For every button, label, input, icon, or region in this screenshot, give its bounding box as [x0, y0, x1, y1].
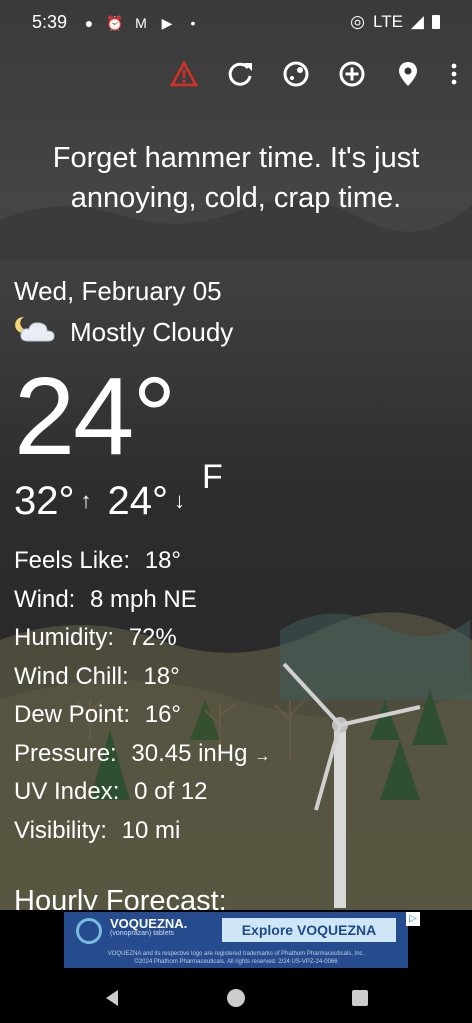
- more-vert-icon[interactable]: [448, 58, 460, 90]
- alarm-icon: ⏰: [106, 15, 124, 31]
- condition-text: Mostly Cloudy: [70, 316, 234, 347]
- refresh-icon[interactable]: [224, 58, 256, 90]
- detail-uv-index: UV Index: 0 of 12: [14, 778, 208, 805]
- detail-visibility: Visibility: 10 mi: [14, 816, 181, 844]
- status-bar: 5:39 ● ⏰ M ▶ • ◎ LTE ◢: [0, 0, 472, 46]
- headline-line-1: Forget hammer time. It's just: [52, 142, 420, 174]
- ad-subtitle: (vonoprazan) tablets: [110, 930, 174, 937]
- gmail-icon: M: [135, 15, 147, 31]
- add-location-icon[interactable]: [336, 58, 368, 90]
- high-temp: 32°: [14, 478, 75, 523]
- voquezna-logo-icon: [76, 918, 102, 944]
- signal-icon: ◢: [410, 12, 424, 31]
- ad-fine-print: VOQUEZNA and its respective logo are reg…: [107, 951, 365, 965]
- hotspot-icon: ◎: [350, 12, 365, 31]
- system-status: ◎ LTE ◢: [350, 12, 440, 32]
- headline-line-2: annoying, cold, crap time.: [70, 182, 402, 214]
- condition-row: Mostly Cloudy: [14, 312, 270, 352]
- high-arrow-icon: ↑: [80, 488, 92, 513]
- weather-headline: Forget hammer time. It's just annoying, …: [0, 138, 472, 218]
- theme-icon[interactable]: [280, 58, 312, 90]
- current-temperature: 24° F: [14, 362, 270, 497]
- ad-creative[interactable]: VOQUEZNA. (vonoprazan) tablets Explore V…: [64, 912, 408, 968]
- temperature-value: 24°: [14, 355, 176, 478]
- alert-icon[interactable]: [168, 58, 200, 90]
- current-conditions: Wed, February 05 Mostly Cloudy 24° F 32°…: [14, 270, 270, 850]
- app-toolbar: [168, 58, 460, 90]
- back-icon[interactable]: [100, 986, 124, 1010]
- detail-wind-chill: Wind Chill: 18°: [14, 662, 180, 690]
- home-icon[interactable]: [224, 986, 248, 1010]
- ad-choices-icon[interactable]: ▷: [406, 912, 420, 926]
- location-pin-icon[interactable]: [392, 58, 424, 90]
- detail-pressure: Pressure: 30.45 inHg →: [14, 739, 271, 767]
- network-label: LTE: [373, 12, 403, 31]
- detail-wind: Wind: 8 mph NE: [14, 585, 197, 613]
- dot-icon: •: [190, 15, 196, 31]
- messenger-icon: ●: [84, 15, 94, 31]
- notification-icons: ● ⏰ M ▶ •: [80, 14, 202, 32]
- ad-cta-button[interactable]: Explore VOQUEZNA: [222, 918, 396, 942]
- low-arrow-icon: ↓: [174, 488, 185, 513]
- youtube-icon: ▶: [161, 15, 173, 31]
- ad-banner[interactable]: VOQUEZNA. (vonoprazan) tablets Explore V…: [0, 910, 472, 972]
- recents-icon[interactable]: [348, 986, 372, 1010]
- weather-details: Feels Like: 18° Wind: 8 mph NE Humidity:…: [14, 542, 270, 850]
- high-low: 32° ↑ 24° ↓: [14, 474, 270, 528]
- current-date: Wed, February 05: [14, 276, 222, 306]
- status-time: 5:39: [32, 12, 68, 32]
- detail-humidity: Humidity: 72%: [14, 624, 177, 651]
- detail-dew-point: Dew Point: 16°: [14, 701, 182, 728]
- detail-feels-like: Feels Like: 18°: [14, 547, 182, 574]
- system-nav-bar: [0, 972, 472, 1023]
- low-temp: 24°: [107, 478, 169, 523]
- ad-brand: VOQUEZNA.: [110, 916, 188, 931]
- battery-icon: [432, 15, 440, 29]
- cloud-moon-icon: [14, 313, 58, 352]
- pressure-trend-icon: →: [254, 747, 271, 765]
- temperature-unit: F: [202, 458, 223, 496]
